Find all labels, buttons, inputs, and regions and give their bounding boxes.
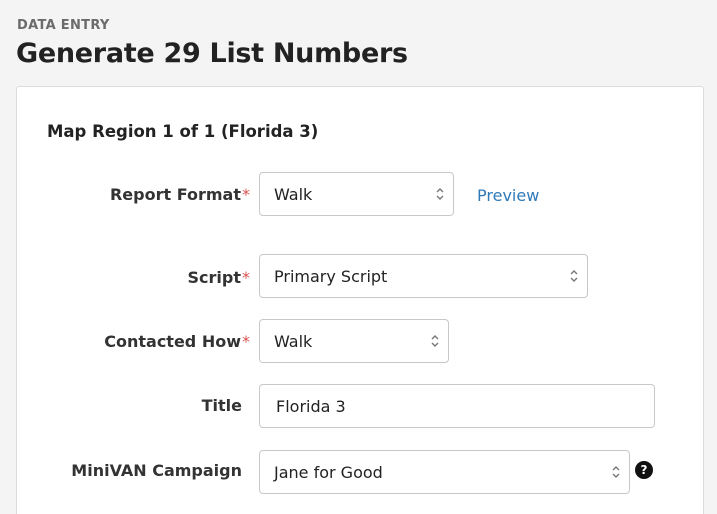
- required-marker: *: [242, 268, 250, 287]
- report-format-label-text: Report Format: [109, 185, 241, 204]
- chevron-up-down-icon: [427, 173, 453, 215]
- title-label: Title: [202, 396, 242, 415]
- page-title: Generate 29 List Numbers: [16, 38, 408, 69]
- section-title: Map Region 1 of 1 (Florida 3): [47, 122, 319, 141]
- minivan-campaign-select[interactable]: Jane for Good: [259, 450, 630, 494]
- minivan-campaign-label-text: MiniVAN Campaign: [71, 461, 242, 480]
- contacted-how-label: Contacted How*: [104, 332, 250, 351]
- required-marker: *: [242, 332, 250, 351]
- script-select[interactable]: Primary Script: [259, 254, 588, 298]
- contacted-how-label-text: Contacted How: [104, 332, 241, 351]
- question-circle-icon[interactable]: ?: [635, 461, 653, 479]
- required-marker: *: [242, 185, 250, 204]
- report-format-value: Walk: [274, 184, 313, 204]
- script-label: Script*: [188, 268, 250, 287]
- preview-link[interactable]: Preview: [477, 186, 539, 205]
- chevron-up-down-icon: [422, 320, 448, 362]
- report-format-label: Report Format*: [110, 185, 250, 204]
- script-value: Primary Script: [274, 266, 388, 286]
- chevron-up-down-icon: [603, 451, 629, 493]
- script-label-text: Script: [187, 268, 241, 287]
- title-value: Florida 3: [276, 396, 346, 416]
- page-eyebrow: DATA ENTRY: [17, 18, 110, 33]
- minivan-campaign-label: MiniVAN Campaign: [71, 461, 242, 480]
- contacted-how-select[interactable]: Walk: [259, 319, 449, 363]
- title-input[interactable]: Florida 3: [259, 384, 655, 428]
- minivan-campaign-value: Jane for Good: [274, 462, 383, 482]
- contacted-how-value: Walk: [274, 331, 313, 351]
- form-card: Map Region 1 of 1 (Florida 3) Report For…: [16, 86, 704, 514]
- title-label-text: Title: [201, 396, 242, 415]
- report-format-select[interactable]: Walk: [259, 172, 454, 216]
- chevron-up-down-icon: [561, 255, 587, 297]
